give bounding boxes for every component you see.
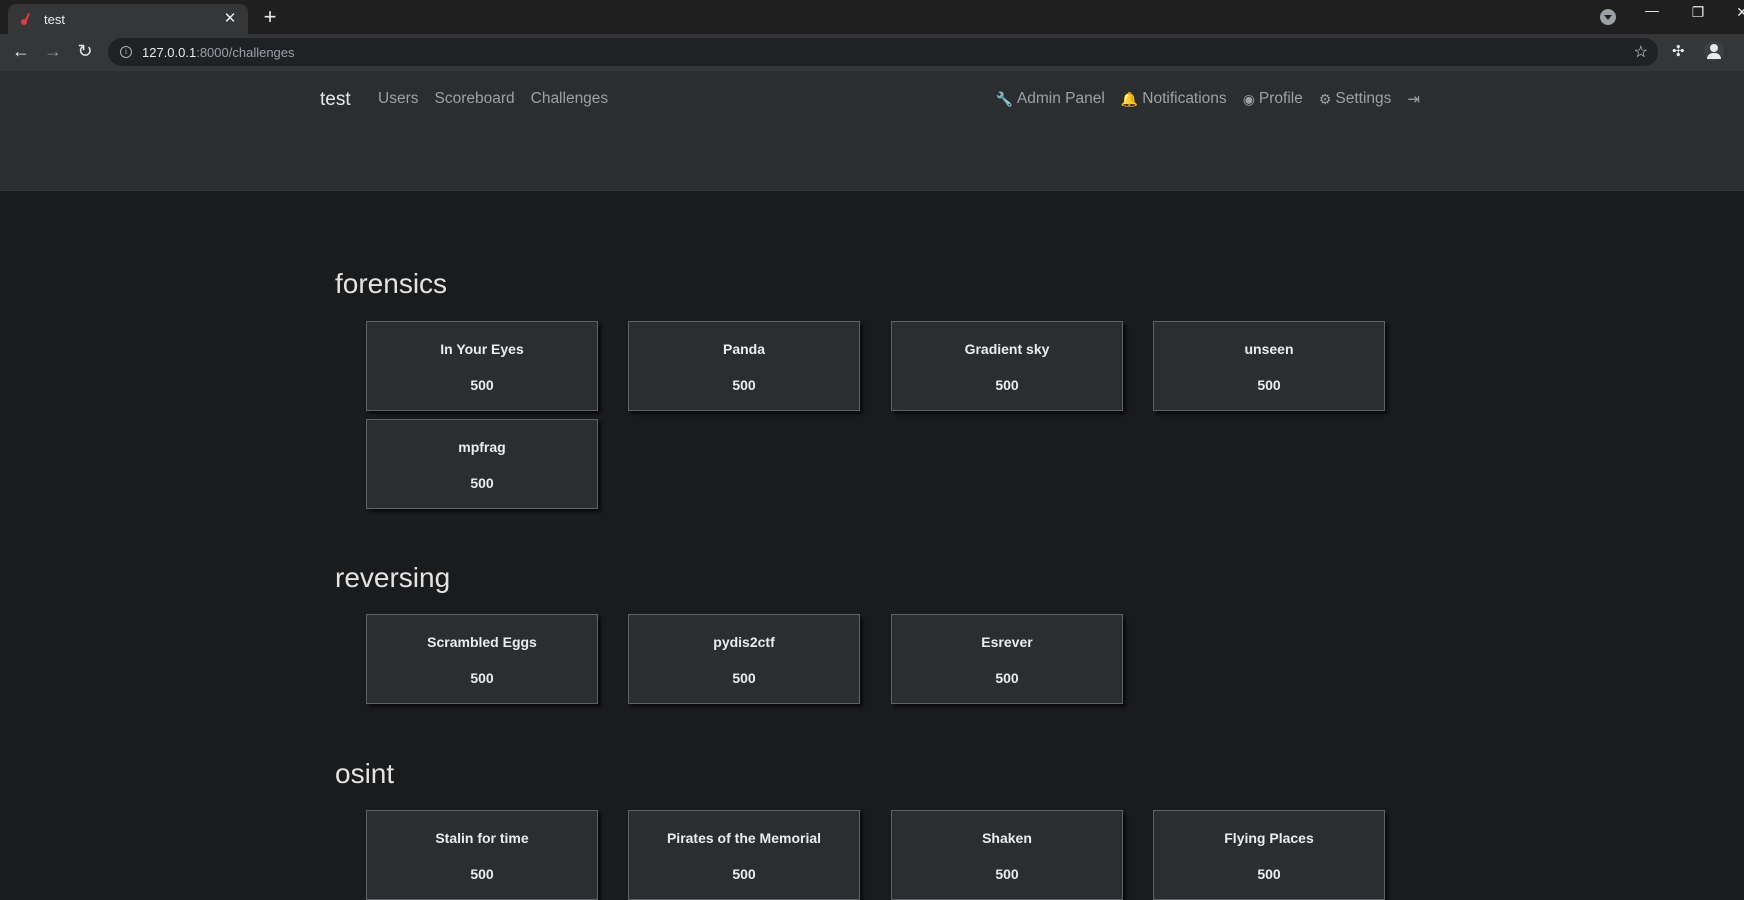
challenge-value: 500 [1257,866,1281,882]
challenge-card[interactable]: Flying Places 500 [1153,810,1385,900]
challenge-card[interactable]: Panda 500 [628,321,860,411]
challenge-name: Panda [722,341,765,357]
category-title: osint [335,758,395,789]
nav-profile[interactable]: ◉ Profile [1243,90,1303,108]
nav-settings-label: Settings [1335,90,1392,107]
challenge-name: Flying Places [1224,830,1314,846]
nav-admin-panel[interactable]: 🔧 Admin Panel [995,90,1104,108]
challenge-card[interactable]: Esrever 500 [891,614,1123,704]
challenge-card[interactable]: unseen 500 [1153,321,1385,411]
challenge-card[interactable]: mpfrag 500 [366,419,598,509]
category-title: forensics [335,268,448,299]
challenge-value: 500 [732,377,756,393]
forward-arrow-icon[interactable]: → [42,40,64,62]
challenge-value: 500 [732,866,756,882]
challenge-value: 500 [1257,377,1281,393]
url-host: 127.0.0.1 [142,44,197,60]
browser-profile-icon[interactable] [1704,41,1724,61]
challenge-name: Stalin for time [435,830,529,846]
nav-users[interactable]: Users [378,90,418,108]
challenge-name: Gradient sky [964,341,1050,357]
site-info-icon[interactable]: i [120,46,132,58]
gears-icon: ⚙ [1318,90,1332,107]
browser-tabstrip: test ✕ + — ❐ ✕ [0,0,1744,34]
nav-settings[interactable]: ⚙ Settings [1319,90,1392,108]
browser-tab[interactable]: test ✕ [8,4,248,34]
challenge-card[interactable]: Pirates of the Memorial 500 [628,810,860,900]
challenge-value: 500 [995,866,1019,882]
challenge-name: Shaken [982,830,1032,846]
tab-title: test [44,11,65,27]
challenge-value: 500 [470,670,494,686]
nav-scoreboard[interactable]: Scoreboard [434,90,514,108]
logout-icon[interactable]: ⇥ [1407,90,1420,108]
window-close-icon[interactable]: ✕ [1732,4,1744,21]
nav-left: Users Scoreboard Challenges [378,90,608,108]
challenge-value: 500 [470,377,494,393]
challenge-card[interactable]: In Your Eyes 500 [366,321,598,411]
challenge-name: Scrambled Eggs [427,634,537,650]
challenge-value: 500 [995,670,1019,686]
site-navbar: test Users Scoreboard Challenges 🔧 Admin… [0,71,1744,191]
challenge-card[interactable]: Scrambled Eggs 500 [366,614,598,704]
back-arrow-icon[interactable]: ← [10,40,32,62]
challenge-name: Pirates of the Memorial [666,830,822,846]
nav-right: 🔧 Admin Panel 🔔 Notifications ◉ Profile … [995,90,1420,108]
challenge-card[interactable]: Stalin for time 500 [366,810,598,900]
challenge-value: 500 [470,866,494,882]
nav-notifications-label: Notifications [1142,90,1227,107]
favicon-icon [20,12,34,26]
minimize-icon[interactable]: — [1642,2,1662,18]
extensions-puzzle-icon[interactable]: ✣ [1672,42,1685,60]
restore-icon[interactable]: ❐ [1688,4,1708,21]
user-circle-icon: ◉ [1242,90,1255,107]
tab-search-icon[interactable] [1600,9,1616,25]
challenge-value: 500 [732,670,756,686]
challenge-card[interactable]: Shaken 500 [891,810,1123,900]
challenge-name: pydis2ctf [713,634,775,650]
challenge-card[interactable]: pydis2ctf 500 [628,614,860,704]
address-bar[interactable]: i 127.0.0.1 :8000/challenges ☆ [108,38,1658,66]
site-brand[interactable]: test [320,89,351,111]
category-title: reversing [335,562,451,593]
nav-challenges[interactable]: Challenges [531,90,609,108]
nav-admin-panel-label: Admin Panel [1016,90,1105,107]
reload-icon[interactable]: ↻ [74,40,96,62]
challenge-card[interactable]: Gradient sky 500 [891,321,1123,411]
url-path: :8000/challenges [196,44,295,60]
challenge-name: In Your Eyes [440,341,524,357]
close-tab-icon[interactable]: ✕ [222,11,238,27]
bell-icon: 🔔 [1120,90,1139,107]
nav-profile-label: Profile [1258,90,1303,107]
challenge-name: Esrever [981,634,1033,650]
challenge-value: 500 [470,475,494,491]
challenge-name: mpfrag [458,439,506,455]
challenge-value: 500 [995,377,1019,393]
bookmark-star-icon[interactable]: ☆ [1634,42,1648,62]
new-tab-button[interactable]: + [258,6,282,28]
nav-notifications[interactable]: 🔔 Notifications [1121,90,1227,108]
wrench-icon: 🔧 [995,90,1013,107]
challenge-name: unseen [1244,341,1294,357]
browser-toolbar: ← → ↻ i 127.0.0.1 :8000/challenges ☆ [0,34,1744,71]
